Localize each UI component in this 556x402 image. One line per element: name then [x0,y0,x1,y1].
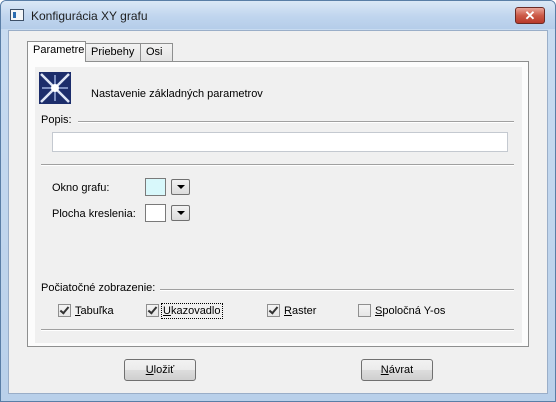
panel-heading: Nastavenie základných parametrov [91,88,263,100]
window-title: Konfigurácia XY grafu [31,9,148,23]
tab-parametre[interactable]: Parametre [27,41,86,62]
checkbox-tabulka-label[interactable]: Tabuľka [75,305,114,317]
plocha-kreslenia-label: Plocha kreslenia: [52,208,136,220]
tab-osi[interactable]: Osi [140,43,173,61]
back-button[interactable]: Návrat [361,359,433,381]
okno-grafu-label: Okno grafu: [52,182,110,194]
popis-label: Popis: [41,114,72,126]
separator [41,164,514,166]
panel-content: Nastavenie základných parametrov Popis: … [35,67,522,343]
checkbox-ukazovadlo[interactable] [146,304,159,317]
plocha-kreslenia-color-swatch[interactable] [145,204,166,222]
app-window-icon [10,9,24,21]
okno-grafu-color-swatch[interactable] [145,178,166,196]
initial-display-separator [160,289,514,291]
dialog-window: Konfigurácia XY grafu ✕ Parametre Priebe… [0,0,556,402]
checkbox-spolocna-y-os-label[interactable]: Spoločná Y-os [375,305,445,317]
checkbox-raster-label[interactable]: Raster [284,305,316,317]
title-bar[interactable]: Konfigurácia XY grafu ✕ [1,1,555,29]
checkbox-spolocna-y-os[interactable] [358,304,371,317]
initial-display-label: Počiatočné zobrazenie: [41,282,156,294]
dialog-client: Parametre Priebehy Osi Nastavenie základ… [8,30,548,394]
plocha-kreslenia-dropdown[interactable] [171,205,190,221]
checkbox-ukazovadlo-label[interactable]: Ukazovadlo [161,303,223,319]
popis-separator [78,121,514,123]
tab-panel: Nastavenie základných parametrov Popis: … [27,61,529,347]
chart-config-logo-icon [39,72,71,104]
checkbox-raster[interactable] [267,304,280,317]
tab-priebehy[interactable]: Priebehy [85,43,141,61]
save-button[interactable]: Uložiť [124,359,196,381]
bottom-separator [41,329,514,331]
close-button[interactable]: ✕ [515,7,545,24]
popis-input[interactable] [52,132,508,152]
checkbox-tabulka[interactable] [58,304,71,317]
okno-grafu-dropdown[interactable] [171,179,190,195]
